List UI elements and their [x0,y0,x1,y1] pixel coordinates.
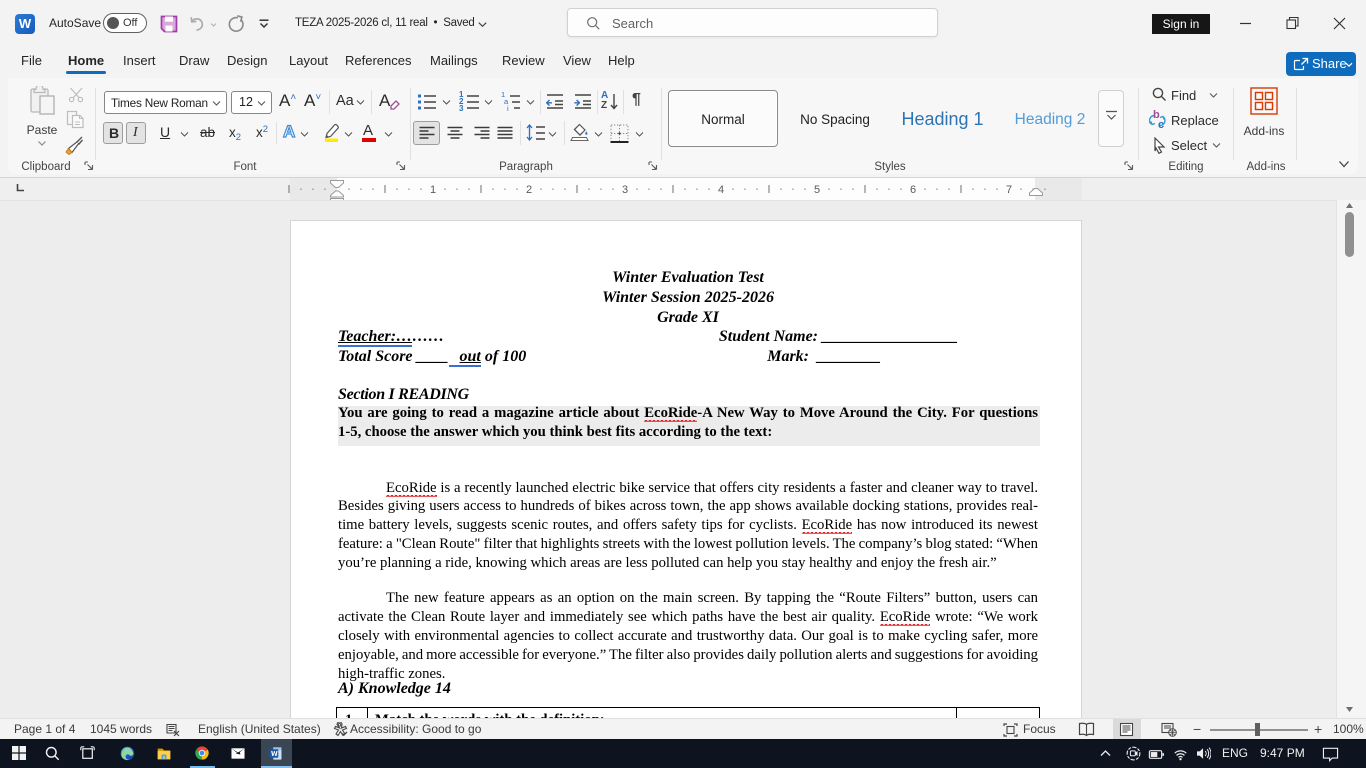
svg-text:5: 5 [814,184,820,196]
svg-text:6: 6 [910,184,916,196]
svg-text:1: 1 [430,184,436,196]
svg-text:3: 3 [622,184,628,196]
svg-text:7: 7 [1006,184,1012,196]
svg-text:4: 4 [718,184,724,196]
svg-text:2: 2 [526,184,532,196]
